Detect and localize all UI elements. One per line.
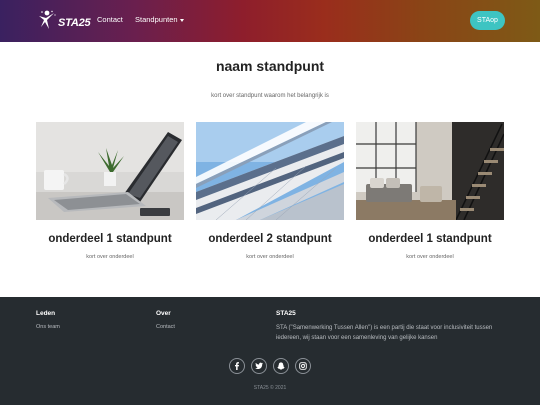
laptop-desk-image <box>36 122 184 220</box>
card-text: kort over onderdeel <box>406 254 454 260</box>
footer-heading-leden: Leden <box>36 310 56 317</box>
nav-contact[interactable]: Contact <box>97 15 123 24</box>
loft-interior-image <box>356 122 504 220</box>
brand-logo[interactable]: STA25 <box>38 10 91 30</box>
card-text: kort over onderdeel <box>246 254 294 260</box>
twitter-icon <box>255 362 263 369</box>
instagram-button[interactable] <box>295 358 311 374</box>
card-onderdeel-3: onderdeel 1 standpunt kort over onderdee… <box>356 122 504 260</box>
card-text: kort over onderdeel <box>86 254 134 260</box>
social-links <box>229 358 311 374</box>
facebook-icon <box>235 362 239 370</box>
page-title: naam standpunt <box>215 58 325 74</box>
footer-heading-over: Over <box>156 310 171 317</box>
instagram-icon <box>299 362 307 370</box>
footer: Leden Ons team Over Contact STA25 STA ("… <box>0 297 540 405</box>
footer-about-text: STA ("Samenwerking Tussen Allen") is een… <box>276 325 493 341</box>
snapchat-button[interactable] <box>273 358 289 374</box>
footer-link-contact[interactable]: Contact <box>156 324 175 330</box>
staop-button[interactable]: STAop <box>470 11 505 30</box>
card-title: onderdeel 1 standpunt <box>368 233 492 245</box>
card-title: onderdeel 2 standpunt <box>208 233 332 245</box>
copyright: STA25 © 2021 <box>253 385 287 391</box>
card-title: onderdeel 1 standpunt <box>48 233 172 245</box>
navbar: STA25 Contact Standpunten STAop <box>0 0 540 42</box>
card-onderdeel-1: onderdeel 1 standpunt kort over onderdee… <box>36 122 184 260</box>
card-onderdeel-2: onderdeel 2 standpunt kort over onderdee… <box>196 122 344 260</box>
twitter-button[interactable] <box>251 358 267 374</box>
footer-link-ons-team[interactable]: Ons team <box>36 324 60 330</box>
caret-down-icon <box>179 18 184 22</box>
nav-standpunten-label: Standpunten <box>135 15 178 24</box>
footer-heading-sta25: STA25 <box>276 310 296 317</box>
brand-name: STA25 <box>58 17 91 29</box>
building-facade-image <box>196 122 344 220</box>
snapchat-icon <box>277 362 285 370</box>
nav-standpunten-dropdown[interactable]: Standpunten <box>135 15 184 24</box>
page-subtitle: kort over standpunt waarom het belangrij… <box>211 93 329 99</box>
facebook-button[interactable] <box>229 358 245 374</box>
figure-logo-icon <box>39 10 56 29</box>
